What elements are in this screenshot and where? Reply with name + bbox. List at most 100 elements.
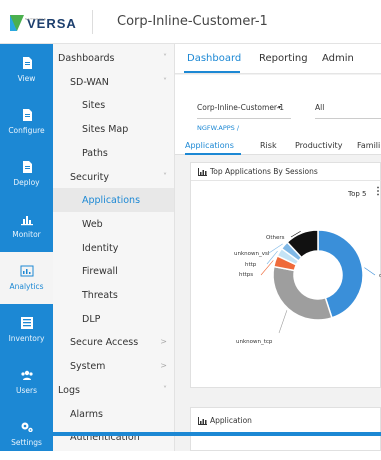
- rail-label: View: [17, 74, 36, 83]
- donut-slice-unknown_tcp[interactable]: [272, 265, 333, 321]
- rail-label: Analytics: [9, 282, 44, 291]
- top-apps-panel: Top Applications By Sessions Top 5 ⋮ d un…: [190, 162, 381, 388]
- active-subtab-indicator: [185, 153, 241, 155]
- file-icon: [0, 56, 53, 70]
- subtab-risk[interactable]: Risk: [260, 141, 277, 150]
- menu-item-sites[interactable]: Sites: [53, 93, 174, 117]
- chevron-down-icon: ˅: [163, 76, 167, 86]
- versa-logo[interactable]: VERSA: [10, 13, 77, 33]
- menu-item-label: Sites: [82, 100, 106, 112]
- menu-item-identity[interactable]: Identity: [53, 236, 174, 260]
- top-tabs: Dashboard Reporting Admin: [175, 44, 381, 74]
- tenant-select-value: Corp-Inline-Customer-1: [197, 103, 285, 112]
- menu-item-sd-wan[interactable]: SD-WAN ˅: [53, 70, 174, 94]
- menu-item-threats[interactable]: Threats: [53, 283, 174, 307]
- menu-item-logs[interactable]: Logs ˅: [53, 378, 174, 402]
- rail-label: Users: [15, 386, 37, 395]
- menu-item-label: Identity: [82, 242, 119, 254]
- menu-item-applications[interactable]: Applications: [53, 188, 174, 213]
- bottom-scrollbar[interactable]: [0, 432, 381, 436]
- tab-dashboard[interactable]: Dashboard: [187, 53, 241, 64]
- menu-item-label: Firewall: [82, 266, 118, 278]
- top-header: VERSA NETWORKS Corp-Inline-Customer-1: [0, 0, 381, 44]
- menu-item-firewall[interactable]: Firewall: [53, 259, 174, 283]
- menu-item-label: Security: [70, 171, 110, 183]
- tenant-select[interactable]: Corp-Inline-Customer-1 ▾: [197, 103, 291, 119]
- chevron-right-icon: >: [160, 361, 167, 371]
- leader-line: [278, 310, 288, 334]
- list-icon: [0, 316, 53, 330]
- menu-item-label: Logs: [58, 384, 80, 396]
- main-content: Dashboard Reporting Admin Corp-Inline-Cu…: [175, 44, 381, 451]
- chevron-down-icon: ˅: [163, 384, 167, 394]
- slice-label: http: [245, 262, 257, 268]
- menu-item-label: Threats: [82, 290, 118, 301]
- rail-item-inventory[interactable]: Inventory: [0, 304, 53, 356]
- subtab-families[interactable]: Famili: [357, 141, 380, 150]
- users-icon: [0, 368, 53, 382]
- scope-select-value: All: [315, 103, 325, 112]
- header-divider: [92, 10, 93, 34]
- menu-item-sites-map[interactable]: Sites Map: [53, 117, 174, 141]
- slice-label: unknown_vsl: [234, 251, 270, 257]
- rail-label: Monitor: [12, 230, 41, 239]
- menu-item-label: SD-WAN: [70, 76, 109, 88]
- subtab-productivity[interactable]: Productivity: [295, 141, 342, 150]
- rail-label: Settings: [11, 438, 42, 447]
- file-icon: [0, 160, 53, 174]
- menu-item-label: Applications: [82, 195, 141, 207]
- rail-item-view[interactable]: View: [0, 44, 53, 96]
- bar-chart-icon: [0, 212, 53, 226]
- logo-subtext: NETWORKS: [25, 17, 47, 21]
- rail-label: Deploy: [13, 178, 40, 187]
- menu-item-label: Web: [82, 218, 103, 230]
- rail-item-deploy[interactable]: Deploy: [0, 148, 53, 200]
- chevron-down-icon: ▾: [277, 104, 281, 111]
- left-nav-rail: View Configure Deploy Monitor Analytics Inven…: [0, 44, 53, 451]
- active-tab-indicator: [184, 71, 240, 73]
- rail-label: Configure: [8, 126, 45, 135]
- leader-line: [260, 260, 274, 276]
- menu-item-label: Dashboards: [58, 53, 115, 64]
- chevron-right-icon: >: [160, 337, 167, 347]
- menu-item-label: Paths: [82, 147, 108, 159]
- menu-item-secure-access[interactable]: Secure Access >: [53, 330, 174, 354]
- menu-item-label: DLP: [82, 313, 101, 325]
- menu-item-paths[interactable]: Paths: [53, 141, 174, 165]
- analytics-icon: [0, 264, 53, 278]
- rail-item-configure[interactable]: Configure: [0, 96, 53, 148]
- menu-item-label: System: [70, 361, 106, 373]
- sub-tabs: Applications Risk Productivity Famili: [175, 139, 381, 155]
- menu-item-system[interactable]: System >: [53, 354, 174, 378]
- chevron-down-icon: ˅: [163, 171, 167, 181]
- slice-label: https: [239, 272, 253, 278]
- rail-item-analytics[interactable]: Analytics: [0, 252, 53, 304]
- tenant-title: Corp-Inline-Customer-1: [117, 14, 268, 29]
- rail-label: Inventory: [8, 334, 45, 343]
- subtab-applications[interactable]: Applications: [185, 141, 234, 150]
- menu-item-dlp[interactable]: DLP: [53, 307, 174, 331]
- rail-item-users[interactable]: Users: [0, 356, 53, 408]
- menu-item-label: Alarms: [70, 408, 103, 420]
- menu-item-authentication[interactable]: Authentication: [53, 425, 174, 449]
- slice-label: unknown_tcp: [236, 339, 273, 345]
- tab-reporting[interactable]: Reporting: [259, 53, 308, 64]
- menu-item-label: Secure Access: [70, 337, 139, 349]
- scope-select[interactable]: All: [315, 103, 381, 119]
- menu-item-dashboards[interactable]: Dashboards ˅: [53, 46, 174, 70]
- menu-item-alarms[interactable]: Alarms: [53, 402, 174, 426]
- slice-label: Others: [266, 235, 285, 241]
- menu-item-security[interactable]: Security ˅: [53, 165, 174, 189]
- panel2-title: Application: [210, 416, 252, 425]
- tab-admin[interactable]: Admin: [322, 53, 354, 64]
- rail-item-monitor[interactable]: Monitor: [0, 200, 53, 252]
- chevron-down-icon: ˅: [163, 53, 167, 62]
- breadcrumb[interactable]: NGFW.APPS /: [197, 124, 239, 132]
- menu-item-label: Sites Map: [82, 124, 129, 136]
- bar-chart-icon: [198, 417, 207, 425]
- menu-item-web[interactable]: Web: [53, 212, 174, 236]
- analytics-menu: Dashboards ˅ SD-WAN ˅ Sites Sites Map Paths Sec…: [53, 44, 175, 451]
- versa-logo-icon: [10, 15, 24, 31]
- donut-chart: dunknown_tcphttpshttpunknown_vslOthers: [234, 229, 381, 345]
- leader-line: [364, 267, 376, 276]
